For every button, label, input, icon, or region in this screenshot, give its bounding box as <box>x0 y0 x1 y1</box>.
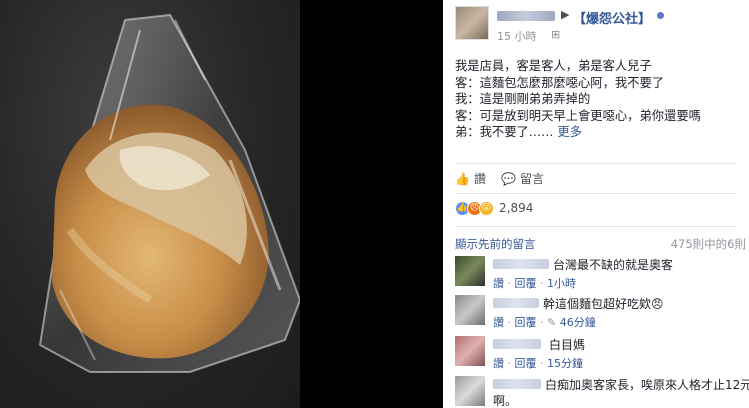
comment-button[interactable]: 💬 留言 <box>501 170 544 187</box>
comment-icon: 💬 <box>501 172 516 186</box>
see-more-link[interactable]: 更多 <box>557 125 582 139</box>
comment-item: 白痴加奧客家長，唉原來人格才止12元 啊。 <box>455 376 749 408</box>
comment-item: 白目媽 讚 · 回覆 · 15分鐘 <box>455 336 745 372</box>
post-line-last: 弟：我不要了…… 更多 <box>455 124 745 141</box>
comment-reply-link[interactable]: 回覆 <box>515 357 537 370</box>
like-label: 讚 <box>473 172 486 186</box>
author-avatar[interactable] <box>455 6 489 40</box>
comment-time-link[interactable]: 15分鐘 <box>547 357 583 370</box>
comment-time-link[interactable]: 46分鐘 <box>560 316 596 329</box>
comment-item: 幹這個麵包超好吃欸😠 讚 · 回覆 · ✎ 46分鐘 <box>455 295 745 331</box>
divider <box>455 193 737 194</box>
comment-label: 留言 <box>519 172 544 186</box>
commenter-avatar[interactable] <box>455 256 485 286</box>
wow-reaction-icon: 😮 <box>479 201 494 216</box>
privacy-group-icon: ⊞ <box>551 28 561 41</box>
like-button[interactable]: 👍 讚 <box>455 170 486 187</box>
divider <box>455 226 737 227</box>
commenter-name-blurred[interactable] <box>493 298 539 308</box>
comment-meta: 讚 · 回覆 · 15分鐘 <box>493 357 583 370</box>
post-line: 客：這麵包怎麼那麼噁心阿，我不要了 <box>455 75 665 90</box>
photo-viewer <box>0 0 443 408</box>
triangle-right-icon: ▶ <box>561 8 570 21</box>
group-name-link[interactable]: 【爆怨公社】 <box>573 8 651 27</box>
author-name-blurred[interactable] <box>497 11 555 21</box>
comment-meta: 讚 · 回覆 · 1小時 <box>493 277 576 290</box>
commenter-avatar[interactable] <box>455 376 485 406</box>
thumbs-up-icon: 👍 <box>455 172 470 186</box>
comment-reply-link[interactable]: 回覆 <box>515 316 537 329</box>
post-line: 我：這是剛剛弟弟弄掉的 <box>455 92 591 106</box>
post-line: 客：可是放到明天早上會更噁心，弟你還要嗎 <box>455 108 701 123</box>
commenter-avatar[interactable] <box>455 336 485 366</box>
comment-like-link[interactable]: 讚 <box>493 357 504 370</box>
comments-header: 顯示先前的留言 475則中的6則 <box>455 236 746 252</box>
comment-like-link[interactable]: 讚 <box>493 316 504 329</box>
commenter-name-blurred[interactable] <box>493 339 541 349</box>
edit-icon: ✎ <box>547 316 557 329</box>
post-timestamp[interactable]: 15 小時 <box>497 28 537 44</box>
post-panel: ▶ 【爆怨公社】 15 小時 ⊞ 我是店員，客是客人，弟是客人兒子 客：這麵包怎… <box>443 0 749 408</box>
post-photo[interactable] <box>0 0 300 408</box>
reaction-summary[interactable]: 👍 😠 😮 2,894 <box>455 200 737 218</box>
post-line: 我是店員，客是客人，弟是客人兒子 <box>455 59 652 73</box>
post-header: ▶ 【爆怨公社】 15 小時 ⊞ <box>455 6 745 44</box>
comment-like-link[interactable]: 讚 <box>493 277 504 290</box>
view-previous-comments-link[interactable]: 顯示先前的留言 <box>455 236 536 252</box>
commenter-name-blurred[interactable] <box>493 379 541 389</box>
comment-text: 幹這個麵包超好吃欸😠 <box>543 297 664 311</box>
commenter-avatar[interactable] <box>455 295 485 325</box>
commenter-name-blurred[interactable] <box>493 259 549 269</box>
comment-text: 白目媽 <box>549 338 586 352</box>
post-actions: 👍 讚 💬 留言 <box>455 170 737 188</box>
bread-in-bag-image <box>38 13 300 373</box>
comment-text-continued: 啊。 <box>493 394 518 408</box>
divider <box>455 163 737 164</box>
comment-reply-link[interactable]: 回覆 <box>515 277 537 290</box>
more-options-icon[interactable] <box>657 12 664 19</box>
comment-text: 白痴加奧客家長，唉原來人格才止12元 <box>545 378 749 392</box>
comment-text: 台灣最不缺的就是奧客 <box>553 258 674 272</box>
post-line: 弟：我不要了…… <box>455 125 554 139</box>
reaction-count: 2,894 <box>499 201 534 215</box>
comment-meta: 讚 · 回覆 · ✎ 46分鐘 <box>493 316 596 329</box>
post-body: 我是店員，客是客人，弟是客人兒子 客：這麵包怎麼那麼噁心阿，我不要了 我：這是剛… <box>455 58 745 141</box>
comment-item: 台灣最不缺的就是奧客 讚 · 回覆 · 1小時 <box>455 256 745 292</box>
comment-count: 475則中的6則 <box>670 237 746 251</box>
comment-time-link[interactable]: 1小時 <box>547 277 576 290</box>
